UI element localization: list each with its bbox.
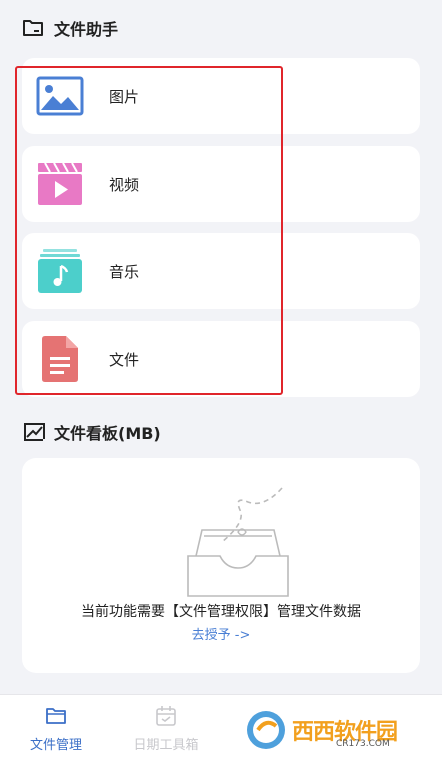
watermark-logo-icon xyxy=(247,711,285,749)
file-assistant-title: 文件助手 xyxy=(54,20,119,39)
image-icon xyxy=(35,71,85,121)
document-icon xyxy=(35,334,85,384)
music-icon xyxy=(35,246,85,296)
watermark-site: CR173.COM xyxy=(336,739,390,749)
tab-file-manager-label: 文件管理 xyxy=(29,738,82,753)
category-videos[interactable]: 视频 xyxy=(22,146,420,222)
file-board-title: 文件看板(MB) xyxy=(54,424,161,443)
empty-tray-icon xyxy=(187,487,289,597)
folder-icon xyxy=(6,705,106,727)
category-music-label: 音乐 xyxy=(109,262,140,281)
file-board-card: 当前功能需要【文件管理权限】管理文件数据 去授予 -> xyxy=(22,458,420,673)
calendar-icon xyxy=(116,705,216,727)
category-documents-label: 文件 xyxy=(109,350,140,369)
file-board-header: 文件看板(MB) xyxy=(22,420,161,444)
tab-file-manager[interactable]: 文件管理 xyxy=(6,705,106,753)
category-music[interactable]: 音乐 xyxy=(22,233,420,309)
tab-date-toolbox[interactable]: 日期工具箱 xyxy=(116,705,216,753)
file-assistant-header: 文件助手 xyxy=(22,16,118,40)
category-images-label: 图片 xyxy=(109,87,140,106)
chart-icon xyxy=(22,420,46,444)
site-watermark: 西西软件园 CR173.COM xyxy=(244,706,440,754)
category-videos-label: 视频 xyxy=(109,175,140,194)
grant-permission-link[interactable]: 去授予 -> xyxy=(22,624,420,643)
category-images[interactable]: 图片 xyxy=(22,58,420,134)
folder-icon xyxy=(22,16,46,40)
video-icon xyxy=(35,159,85,209)
permission-message: 当前功能需要【文件管理权限】管理文件数据 xyxy=(81,604,361,620)
category-documents[interactable]: 文件 xyxy=(22,321,420,397)
tab-date-toolbox-label: 日期工具箱 xyxy=(133,738,199,753)
